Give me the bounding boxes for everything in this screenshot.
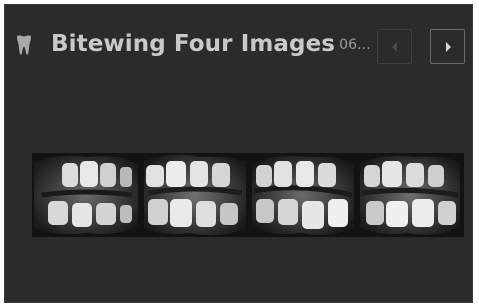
bitewing-image-2[interactable]: [140, 153, 248, 237]
bitewing-image-4[interactable]: [356, 153, 464, 237]
previous-button[interactable]: [377, 29, 412, 64]
study-panel: Bitewing Four Images 06...: [4, 4, 473, 303]
panel-title: Bitewing Four Images 06...: [51, 31, 371, 57]
next-button[interactable]: [430, 29, 465, 64]
chevron-right-icon: [445, 41, 451, 52]
panel-title-text: Bitewing Four Images: [51, 31, 336, 57]
bitewing-strip[interactable]: [32, 153, 464, 237]
chevron-left-icon: [391, 41, 397, 52]
panel-date: 06...: [339, 37, 371, 53]
bitewing-image-3[interactable]: [248, 153, 356, 237]
tooth-icon: [17, 35, 31, 55]
panel-header: Bitewing Four Images 06...: [5, 5, 472, 85]
bitewing-image-1[interactable]: [32, 153, 140, 237]
